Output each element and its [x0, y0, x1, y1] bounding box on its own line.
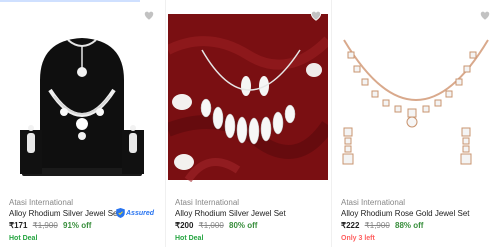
product-discount: 91% off: [63, 221, 92, 230]
jewel-set-rose-gold-image: [334, 10, 498, 182]
hot-deal-tag: Hot Deal: [9, 235, 38, 242]
price-row: ₹200 ₹1,000 80% off: [175, 221, 257, 230]
product-brand: Atasi International: [175, 198, 240, 207]
price-row: ₹222 ₹1,900 88% off: [341, 221, 423, 230]
heart-icon[interactable]: [309, 8, 323, 22]
price-row: ₹171 ₹1,900 91% off: [9, 221, 91, 230]
product-card[interactable]: Atasi International Alloy Rhodium Rose G…: [334, 0, 498, 247]
product-title[interactable]: Alloy Rhodium Silver Jewel Set: [9, 209, 120, 218]
product-image[interactable]: [334, 10, 498, 182]
product-price: ₹200: [175, 221, 194, 230]
product-image[interactable]: [168, 10, 328, 182]
product-price: ₹171: [9, 221, 28, 230]
jewel-set-silver-velvet-image: [168, 14, 328, 182]
heart-icon[interactable]: [478, 8, 492, 22]
product-image[interactable]: [2, 10, 162, 182]
product-discount: 80% off: [229, 221, 258, 230]
product-grid: Atasi International Alloy Rhodium Silver…: [0, 0, 500, 247]
product-mrp: ₹1,000: [198, 221, 224, 230]
heart-icon[interactable]: [142, 8, 156, 22]
product-brand: Atasi International: [9, 198, 74, 207]
product-card[interactable]: Atasi International Alloy Rhodium Silver…: [2, 0, 162, 247]
assured-badge: Assured: [116, 207, 154, 219]
product-price: ₹222: [341, 221, 360, 230]
card-divider: [165, 0, 166, 247]
product-title[interactable]: Alloy Rhodium Silver Jewel Set: [175, 209, 286, 218]
assured-shield-icon: [116, 208, 125, 218]
product-mrp: ₹1,900: [32, 221, 58, 230]
jewel-set-silver-image: [2, 10, 162, 182]
product-discount: 88% off: [395, 221, 424, 230]
assured-label: Assured: [126, 209, 155, 217]
product-mrp: ₹1,900: [364, 221, 390, 230]
product-brand: Atasi International: [341, 198, 406, 207]
card-divider: [331, 0, 332, 247]
hot-deal-tag: Hot Deal: [175, 235, 204, 242]
low-stock-note: Only 3 left: [341, 235, 375, 242]
product-title[interactable]: Alloy Rhodium Rose Gold Jewel Set: [341, 209, 470, 218]
product-card[interactable]: Atasi International Alloy Rhodium Silver…: [168, 0, 328, 247]
